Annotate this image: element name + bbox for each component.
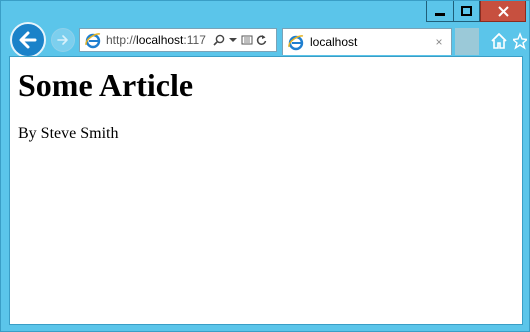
close-button[interactable]: [480, 1, 526, 22]
tab-localhost[interactable]: localhost ×: [282, 28, 452, 55]
address-url[interactable]: http://localhost:117: [106, 33, 210, 47]
compatibility-view-button[interactable]: [240, 30, 254, 50]
page-content: Some Article By Steve Smith: [9, 56, 523, 325]
address-port: :117: [183, 33, 206, 47]
close-icon: [497, 5, 509, 17]
minimize-icon: [435, 13, 445, 16]
refresh-icon: [256, 35, 267, 45]
search-button[interactable]: [212, 30, 226, 50]
article-byline: By Steve Smith: [18, 125, 119, 142]
tab-close-icon[interactable]: ×: [433, 35, 445, 49]
minimize-button[interactable]: [426, 1, 453, 22]
back-button[interactable]: [10, 22, 46, 58]
address-bar[interactable]: http://localhost:117: [79, 28, 277, 52]
star-icon[interactable]: [513, 32, 527, 50]
compatibility-view-icon: [241, 35, 253, 45]
maximize-icon: [461, 6, 472, 16]
address-prefix: http://: [106, 33, 137, 47]
forward-arrow-icon: [57, 35, 68, 45]
address-tools: [212, 30, 268, 50]
address-host: localhost: [136, 33, 184, 47]
tab-ie-logo-icon: [288, 35, 304, 51]
refresh-button[interactable]: [254, 30, 268, 50]
dropdown-arrow-icon: [229, 38, 237, 42]
search-icon: [213, 34, 225, 46]
address-dropdown-button[interactable]: [226, 30, 240, 50]
tab-title: localhost: [310, 35, 358, 49]
new-tab-button[interactable]: [455, 28, 479, 55]
home-icon[interactable]: [490, 32, 508, 50]
maximize-button[interactable]: [453, 1, 480, 22]
forward-button[interactable]: [51, 28, 75, 52]
article-heading: Some Article: [18, 67, 194, 103]
ie-logo-icon: [85, 33, 101, 49]
back-arrow-icon: [19, 31, 37, 49]
browser-window: http://localhost:117 localhost × Some Ar…: [0, 0, 530, 332]
caption-buttons: [426, 1, 526, 22]
